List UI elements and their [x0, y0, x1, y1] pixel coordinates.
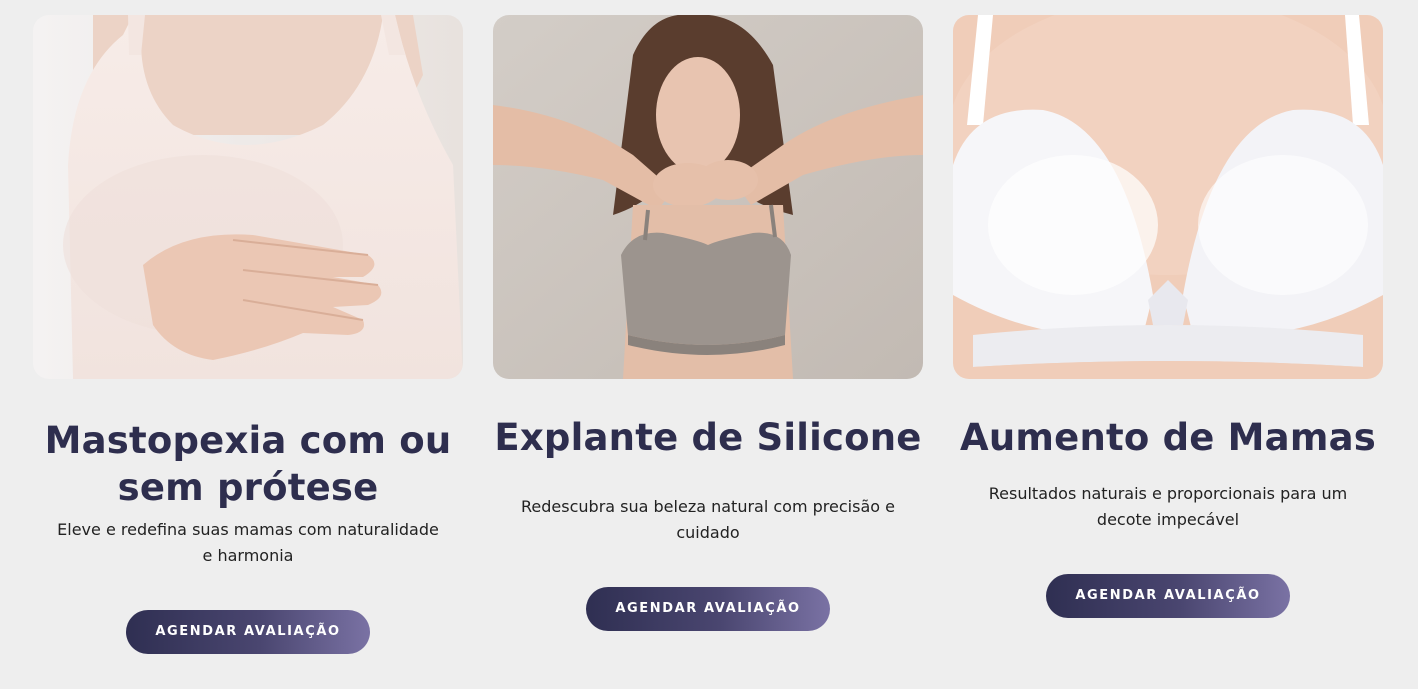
- procedure-card-mastopexia: Mastopexia com ou sem prótese Eleve e re…: [33, 15, 463, 654]
- aumento-photo: [953, 15, 1383, 379]
- explante-photo: [493, 15, 923, 379]
- procedures-section: Mastopexia com ou sem prótese Eleve e re…: [0, 0, 1418, 689]
- schedule-evaluation-button[interactable]: AGENDAR AVALIAÇÃO: [1046, 574, 1290, 618]
- procedure-card-aumento: Aumento de Mamas Resultados naturais e p…: [953, 15, 1383, 618]
- procedure-description: Resultados naturais e proporcionais para…: [988, 484, 1348, 529]
- procedure-title: Explante de Silicone: [494, 416, 922, 459]
- procedure-description: Redescubra sua beleza natural com precis…: [521, 497, 895, 542]
- mastopexia-photo: [33, 15, 463, 379]
- schedule-evaluation-button[interactable]: AGENDAR AVALIAÇÃO: [586, 587, 830, 631]
- schedule-evaluation-button[interactable]: AGENDAR AVALIAÇÃO: [126, 610, 370, 654]
- procedure-title: Mastopexia com ou sem prótese: [44, 419, 452, 509]
- procedure-card-explante: Explante de Silicone Redescubra sua bele…: [493, 15, 923, 631]
- procedure-title: Aumento de Mamas: [960, 416, 1376, 459]
- procedure-description: Eleve e redefina suas mamas com naturali…: [57, 520, 439, 565]
